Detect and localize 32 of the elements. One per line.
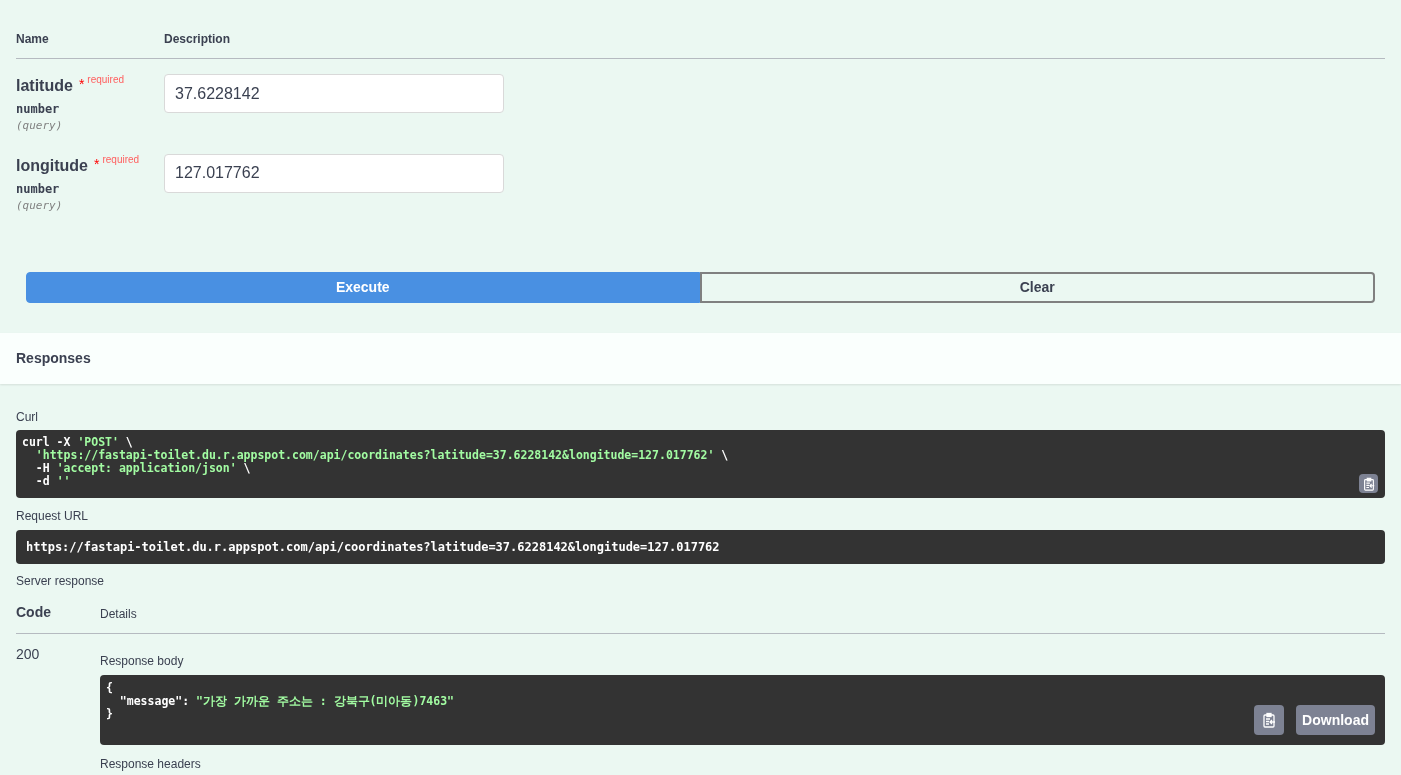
curl-command: curl -X 'POST' \ 'https://fastapi-toilet.du.r.appspot.com/api/coordinates?latitude=37.6228142&longitude=127.017762' \ -H 'accept: application/json' \ -d ''	[22, 436, 729, 488]
required-mark: *	[78, 75, 85, 94]
response-body: { "message": "가장 가까운 주소는 : 강북구(미아동)7463" }	[106, 682, 455, 721]
column-header: Code	[16, 603, 52, 622]
clipboard-icon	[1361, 476, 1376, 491]
clear-button[interactable]: Clear	[699, 272, 1375, 303]
copy-button[interactable]	[1254, 705, 1285, 735]
column-header: Name	[16, 31, 50, 48]
column-header: Details	[100, 606, 137, 623]
parameter-location: (query)	[16, 118, 64, 134]
copy-button[interactable]	[1359, 474, 1378, 493]
section-title: Responses	[16, 349, 91, 368]
request-url: https://fastapi-toilet.du.r.appspot.com/api/coordinates?latitude=37.6228142&longitude=127.017762	[26, 539, 720, 556]
input-field[interactable]: 37.6228142	[164, 74, 504, 113]
download-button[interactable]: Download	[1296, 705, 1375, 735]
parameter-name: latitude	[16, 76, 73, 96]
parameter-location: (query)	[16, 197, 64, 214]
response-code: 200	[16, 645, 41, 664]
column-header: Description	[164, 31, 230, 48]
required-label: required	[87, 73, 125, 87]
field-label: Response body	[100, 653, 185, 670]
field-label: Request URL	[16, 508, 90, 525]
required-mark: *	[94, 154, 100, 174]
parameter-type: number	[16, 101, 61, 118]
parameter-name: longitude	[16, 155, 88, 176]
required-label: required	[102, 152, 140, 167]
input-field[interactable]: 127.017762	[164, 153, 504, 193]
parameter-type: number	[16, 180, 61, 198]
clipboard-icon	[1261, 712, 1278, 728]
field-label: Curl	[16, 409, 39, 426]
field-label: Server response	[16, 573, 106, 590]
field-label: Response headers	[100, 756, 202, 773]
